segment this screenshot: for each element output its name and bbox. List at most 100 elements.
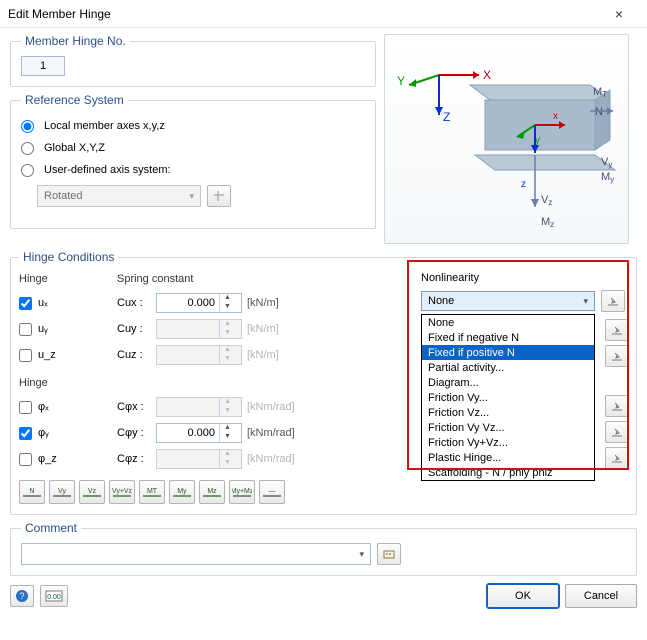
svg-text:Vy+Vz: Vy+Vz	[112, 488, 132, 495]
spin-down-icon[interactable]: ▼	[220, 433, 235, 442]
trans-checkbox-uy[interactable]	[19, 323, 32, 336]
radio-global-label: Global X,Y,Z	[44, 142, 105, 154]
spin-up-icon: ▲	[220, 346, 235, 355]
spin-down-icon[interactable]: ▼	[220, 303, 235, 312]
svg-text:Vz: Vz	[541, 194, 552, 207]
rot-label-py: φᵧ	[38, 427, 74, 439]
header-hinge-2: Hinge	[19, 377, 117, 389]
header-spring: Spring constant	[117, 273, 285, 285]
trans-label-uy: uᵧ	[38, 323, 74, 335]
hinge-conditions-group: Hinge Conditions Hinge Spring constant u…	[10, 250, 637, 515]
radio-global-input[interactable]	[21, 142, 34, 155]
trans-checkbox-ux[interactable]	[19, 297, 32, 310]
nonlinearity-select-ux[interactable]: None	[421, 291, 595, 311]
quick-hinge-button-1[interactable]: Vy	[49, 480, 75, 504]
nonlinearity-edit-ux-button[interactable]	[601, 290, 625, 312]
quick-hinge-button-8[interactable]: —	[259, 480, 285, 504]
quick-hinge-button-7[interactable]: My+Mz	[229, 480, 255, 504]
spin-down-icon: ▼	[220, 407, 235, 416]
svg-text:N: N	[595, 106, 603, 118]
svg-text:N: N	[29, 488, 34, 495]
radio-user-axes[interactable]: User-defined axis system:	[21, 159, 365, 181]
preview-3d: X Y Z x	[384, 34, 629, 244]
svg-text:Y: Y	[397, 74, 405, 88]
comment-combo[interactable]	[21, 543, 371, 565]
radio-local-input[interactable]	[21, 120, 34, 133]
member-no-input[interactable]	[21, 56, 65, 76]
rot-clabel-pz: Cφz :	[117, 453, 153, 465]
svg-text:z: z	[521, 179, 526, 190]
hinge-conditions-legend: Hinge Conditions	[19, 250, 118, 264]
nonlinearity-edit-uz-button[interactable]	[605, 345, 629, 367]
reference-system-group: Reference System Local member axes x,y,z…	[10, 93, 376, 229]
quick-hinge-button-6[interactable]: Mz	[199, 480, 225, 504]
rot-checkbox-px[interactable]	[19, 401, 32, 414]
svg-text:—: —	[269, 488, 276, 495]
ok-button[interactable]: OK	[487, 584, 559, 608]
spin-up-icon[interactable]: ▲	[220, 424, 235, 433]
trans-spin-input-ux[interactable]	[157, 294, 219, 312]
reference-system-legend: Reference System	[21, 93, 128, 107]
units-button[interactable]: 0.00	[40, 585, 68, 607]
quick-hinge-button-4[interactable]: MT	[139, 480, 165, 504]
header-hinge: Hinge	[19, 273, 117, 285]
svg-text:My: My	[601, 171, 614, 184]
nonlinearity-edit-py-button[interactable]	[605, 421, 629, 443]
nonlinearity-edit-uy-button[interactable]	[605, 319, 629, 341]
comment-legend: Comment	[21, 521, 81, 535]
comment-pick-button[interactable]	[377, 543, 401, 565]
cancel-button[interactable]: Cancel	[565, 584, 637, 608]
trans-clabel-ux: Cux :	[117, 297, 153, 309]
member-no-label: Member Hinge No.	[21, 34, 130, 48]
svg-text:Mz: Mz	[541, 216, 554, 229]
radio-global-axes[interactable]: Global X,Y,Z	[21, 137, 365, 159]
quick-hinge-button-2[interactable]: Vz	[79, 480, 105, 504]
trans-label-ux: uₓ	[38, 297, 74, 309]
spin-down-icon: ▼	[220, 355, 235, 364]
svg-text:0.00: 0.00	[47, 594, 61, 601]
spin-up-icon[interactable]: ▲	[220, 294, 235, 303]
rot-unit-pz: [kNm/rad]	[247, 453, 309, 465]
trans-spin-input-uy	[157, 320, 219, 338]
help-button[interactable]: ?	[10, 585, 34, 607]
trans-clabel-uz: Cuz :	[117, 349, 153, 361]
svg-text:Z: Z	[443, 110, 450, 124]
svg-text:Vy: Vy	[58, 488, 66, 495]
nonlinearity-edit-pz-button[interactable]	[605, 447, 629, 469]
radio-local-axes[interactable]: Local member axes x,y,z	[21, 115, 365, 137]
svg-text:X: X	[483, 68, 491, 82]
trans-label-uz: u_z	[38, 349, 74, 361]
user-axis-select-value: Rotated	[44, 190, 83, 202]
titlebar: Edit Member Hinge ×	[0, 0, 647, 28]
svg-text:Mz: Mz	[207, 488, 217, 495]
quick-hinge-button-5[interactable]: My	[169, 480, 195, 504]
trans-unit-uy: [kN/m]	[247, 323, 309, 335]
rot-checkbox-py[interactable]	[19, 427, 32, 440]
nonlinearity-select-ux-value: None	[428, 295, 454, 307]
trans-clabel-uy: Cuy :	[117, 323, 153, 335]
rot-spin-pz: ▲▼	[156, 449, 242, 469]
quick-hinge-button-3[interactable]: Vy+Vz	[109, 480, 135, 504]
titlebar-title: Edit Member Hinge	[8, 7, 599, 21]
trans-spin-uy: ▲▼	[156, 319, 242, 339]
hinge-quick-buttons: N Vy Vz Vy+Vz MTMy Mz My+Mz —	[19, 480, 628, 504]
user-axis-select: Rotated	[37, 185, 201, 207]
rot-checkbox-pz[interactable]	[19, 453, 32, 466]
rot-label-px: φₓ	[38, 401, 74, 413]
rot-spin-input-pz	[157, 450, 219, 468]
svg-text:?: ?	[19, 591, 24, 601]
rot-clabel-px: Cφx :	[117, 401, 153, 413]
trans-unit-uz: [kN/m]	[247, 349, 309, 361]
rot-label-pz: φ_z	[38, 453, 74, 465]
close-icon[interactable]: ×	[599, 6, 639, 22]
quick-hinge-button-0[interactable]: N	[19, 480, 45, 504]
radio-user-input[interactable]	[21, 164, 34, 177]
trans-checkbox-uz[interactable]	[19, 349, 32, 362]
spin-down-icon: ▼	[220, 459, 235, 468]
rot-spin-px: ▲▼	[156, 397, 242, 417]
rot-spin-input-py[interactable]	[157, 424, 219, 442]
rot-spin-py[interactable]: ▲▼	[156, 423, 242, 443]
trans-spin-ux[interactable]: ▲▼	[156, 293, 242, 313]
nonlinearity-edit-px-button[interactable]	[605, 395, 629, 417]
rot-spin-input-px	[157, 398, 219, 416]
